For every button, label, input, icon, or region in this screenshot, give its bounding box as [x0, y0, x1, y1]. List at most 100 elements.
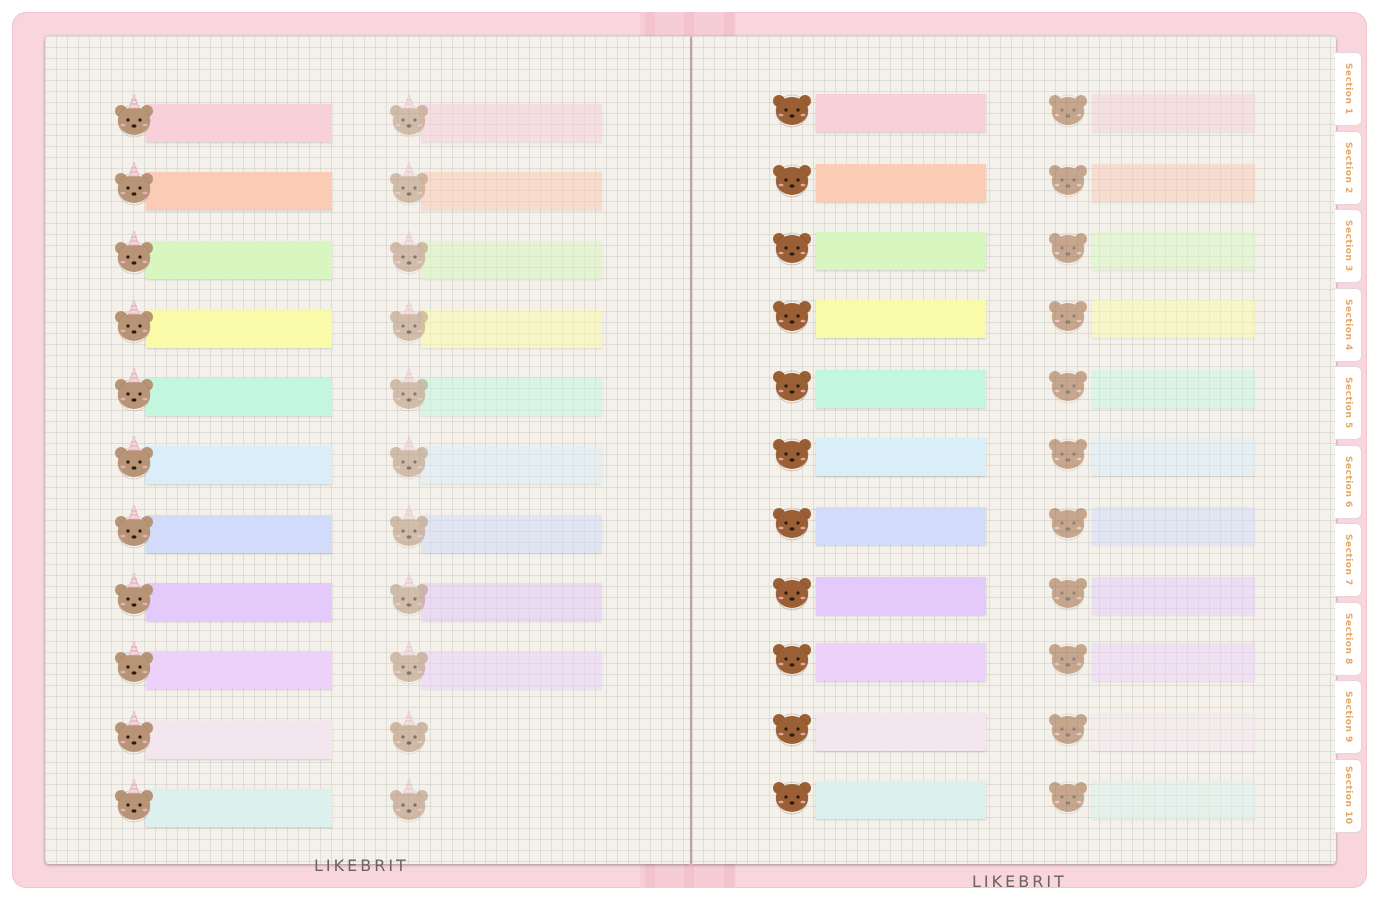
bear-face-icon — [1046, 633, 1090, 677]
label-sticker[interactable] — [146, 651, 332, 689]
label-sticker[interactable] — [146, 446, 332, 484]
tab-section-1[interactable]: Section 1 — [1335, 52, 1362, 126]
party-hat-bear-icon — [387, 93, 431, 138]
label-sticker[interactable] — [146, 104, 332, 142]
party-hat-bear-icon — [112, 572, 156, 617]
party-hat-bear-icon — [387, 710, 431, 755]
tab-section-4[interactable]: Section 4 — [1335, 287, 1362, 362]
label-sticker[interactable] — [421, 515, 602, 553]
bear-face-icon — [1046, 567, 1090, 611]
party-hat-bear-icon — [387, 778, 431, 823]
bear-face-icon — [770, 633, 814, 677]
bear-face-icon — [770, 428, 814, 472]
bear-face-icon — [770, 84, 814, 128]
tab-section-5[interactable]: Section 5 — [1335, 366, 1362, 440]
label-sticker[interactable] — [421, 310, 602, 348]
tab-section-9[interactable]: Section 9 — [1335, 680, 1362, 754]
label-sticker[interactable] — [816, 577, 986, 615]
tab-section-2[interactable]: Section 2 — [1335, 130, 1362, 205]
label-sticker[interactable] — [146, 789, 332, 827]
label-sticker[interactable] — [1092, 300, 1255, 338]
bear-face-icon — [1046, 428, 1090, 472]
label-sticker[interactable] — [816, 781, 986, 819]
label-sticker[interactable] — [1092, 94, 1255, 132]
bear-face-icon — [770, 290, 814, 334]
label-sticker[interactable] — [816, 164, 986, 202]
party-hat-bear-icon — [112, 161, 156, 206]
brand-logo-right: LIKEBRIT — [972, 872, 1067, 891]
label-sticker[interactable] — [421, 241, 602, 279]
party-hat-bear-icon — [387, 572, 431, 617]
label-sticker[interactable] — [1092, 370, 1255, 408]
label-sticker[interactable] — [816, 643, 986, 681]
label-sticker[interactable] — [421, 104, 602, 142]
label-sticker[interactable] — [816, 232, 986, 270]
bear-face-icon — [1046, 703, 1090, 747]
label-sticker[interactable] — [1092, 232, 1255, 270]
tab-label: Section 5 — [1343, 377, 1353, 429]
party-hat-bear-icon — [387, 161, 431, 206]
tab-section-7[interactable]: Section 7 — [1335, 523, 1362, 597]
tab-label: Section 4 — [1343, 298, 1353, 351]
label-sticker[interactable] — [146, 378, 332, 416]
party-hat-bear-icon — [112, 367, 156, 412]
label-sticker[interactable] — [1092, 781, 1255, 819]
label-sticker[interactable] — [816, 507, 986, 545]
bear-face-icon — [770, 222, 814, 266]
party-hat-bear-icon — [112, 299, 156, 344]
label-sticker[interactable] — [816, 300, 986, 338]
tab-section-3[interactable]: Section 3 — [1335, 209, 1362, 283]
label-sticker[interactable] — [421, 583, 602, 621]
label-sticker[interactable] — [146, 241, 332, 279]
bear-face-icon — [1046, 771, 1090, 815]
label-sticker[interactable] — [146, 310, 332, 348]
tab-label: Section 1 — [1343, 63, 1353, 115]
label-sticker[interactable] — [816, 713, 986, 751]
label-sticker[interactable] — [1092, 507, 1255, 545]
party-hat-bear-icon — [387, 504, 431, 549]
label-sticker[interactable] — [146, 172, 332, 210]
label-sticker[interactable] — [1092, 713, 1255, 751]
bear-face-icon — [1046, 84, 1090, 128]
party-hat-bear-icon — [112, 93, 156, 138]
bear-face-icon — [1046, 290, 1090, 334]
tab-section-10[interactable]: Section 10 — [1335, 758, 1362, 833]
bear-face-icon — [770, 497, 814, 541]
label-sticker[interactable] — [421, 172, 602, 210]
tab-section-6[interactable]: Section 6 — [1335, 444, 1362, 519]
party-hat-bear-icon — [387, 230, 431, 275]
tab-label: Section 10 — [1343, 766, 1353, 825]
bear-face-icon — [770, 567, 814, 611]
label-sticker[interactable] — [421, 378, 602, 416]
bear-face-icon — [1046, 154, 1090, 198]
label-sticker[interactable] — [1092, 643, 1255, 681]
party-hat-bear-icon — [112, 504, 156, 549]
bear-face-icon — [1046, 360, 1090, 404]
label-sticker[interactable] — [816, 438, 986, 476]
label-sticker[interactable] — [146, 583, 332, 621]
bear-face-icon — [770, 703, 814, 747]
bear-face-icon — [770, 771, 814, 815]
party-hat-bear-icon — [112, 435, 156, 480]
bear-face-icon — [770, 360, 814, 404]
label-sticker[interactable] — [146, 721, 332, 759]
party-hat-bear-icon — [112, 778, 156, 823]
party-hat-bear-icon — [387, 435, 431, 480]
label-sticker[interactable] — [421, 651, 602, 689]
label-sticker[interactable] — [816, 370, 986, 408]
label-sticker[interactable] — [146, 515, 332, 553]
label-sticker[interactable] — [1092, 577, 1255, 615]
tab-section-8[interactable]: Section 8 — [1335, 601, 1362, 676]
tab-label: Section 8 — [1343, 612, 1353, 665]
label-sticker[interactable] — [816, 94, 986, 132]
party-hat-bear-icon — [112, 230, 156, 275]
tab-label: Section 6 — [1343, 455, 1353, 508]
party-hat-bear-icon — [112, 710, 156, 755]
tab-label: Section 9 — [1343, 691, 1353, 743]
label-sticker[interactable] — [1092, 438, 1255, 476]
party-hat-bear-icon — [112, 640, 156, 685]
label-sticker[interactable] — [1092, 164, 1255, 202]
label-sticker[interactable] — [421, 446, 602, 484]
bear-face-icon — [1046, 222, 1090, 266]
bear-face-icon — [1046, 497, 1090, 541]
